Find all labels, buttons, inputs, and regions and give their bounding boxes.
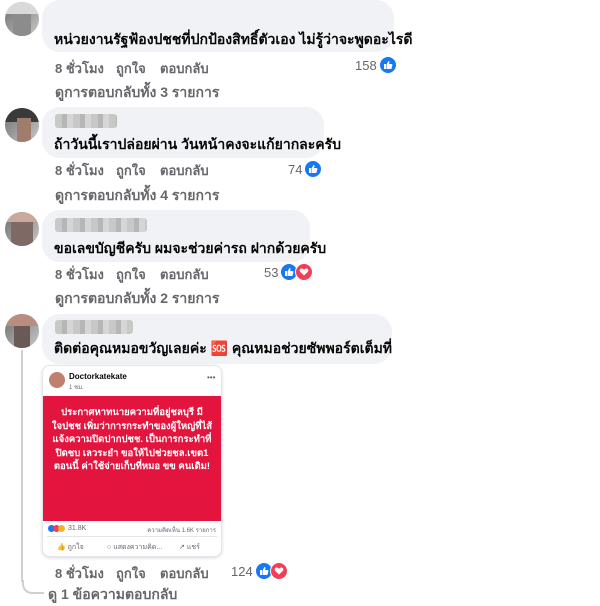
post-author-avatar	[49, 372, 65, 388]
like-button[interactable]: ถูกใจ	[116, 264, 146, 285]
reply-button[interactable]: ตอบกลับ	[160, 58, 209, 79]
reaction-summary[interactable]: 158	[355, 56, 397, 74]
reaction-count: 53	[264, 264, 279, 280]
love-icon	[269, 562, 288, 580]
post-red-banner: ประกาศหาทนายความที่อยู่ชลบุรี มีใจปชช เพ…	[43, 396, 221, 521]
wow-icon	[58, 525, 65, 532]
thumb-icon: 👍	[57, 544, 66, 551]
avatar[interactable]	[5, 314, 39, 348]
post-share-button: ↗ แชร์	[179, 544, 200, 551]
post-body-text: ประกาศหาทนายความที่อยู่ชลบุรี มีใจปชช เพ…	[51, 407, 213, 472]
reply-button[interactable]: ตอบกลับ	[160, 264, 209, 285]
post-reactions: 31.8K	[48, 525, 86, 532]
share-icon: ↗	[179, 544, 185, 551]
avatar[interactable]	[5, 108, 39, 142]
view-replies-link[interactable]: ดูการตอบกลับทั้ง 4 รายการ	[55, 185, 219, 207]
reaction-summary[interactable]: 74	[288, 160, 323, 178]
author-name[interactable]	[55, 114, 117, 128]
post-like-button: 👍 ถูกใจ	[57, 544, 84, 551]
author-name[interactable]	[55, 320, 133, 334]
reaction-summary[interactable]: 124	[231, 562, 288, 580]
reaction-count: 124	[231, 563, 253, 579]
more-icon: •••	[207, 373, 216, 382]
like-button[interactable]: ถูกใจ	[116, 160, 146, 181]
reply-connector	[22, 580, 44, 594]
view-replies-link[interactable]: ดูการตอบกลับทั้ง 3 รายการ	[55, 82, 219, 104]
avatar[interactable]	[5, 2, 39, 36]
like-icon	[378, 56, 397, 74]
reply-button[interactable]: ตอบกลับ	[160, 160, 209, 181]
reply-button[interactable]: ตอบกลับ	[160, 563, 209, 584]
comment-time[interactable]: 8 ชั่วโมง	[55, 160, 104, 181]
author-name[interactable]	[55, 218, 147, 232]
comment-time[interactable]: 8 ชั่วโมง	[55, 563, 104, 584]
like-icon	[304, 160, 323, 178]
reaction-count: 74	[288, 161, 303, 177]
love-icon	[295, 263, 314, 281]
post-author-name: Doctorkatekate	[69, 372, 127, 381]
view-replies-link[interactable]: ดูการตอบกลับทั้ง 2 รายการ	[55, 288, 219, 310]
comment-icon: ○	[107, 544, 112, 551]
attached-image[interactable]: Doctorkatekate 1 ชม. ••• ประกาศหาทนายควา…	[42, 365, 222, 557]
like-button[interactable]: ถูกใจ	[116, 58, 146, 79]
divider	[47, 536, 217, 537]
reply-thread-line	[21, 350, 23, 582]
comment-time[interactable]: 8 ชั่วโมง	[55, 58, 104, 79]
comment-text: ขอเลขบัญชีครับ ผมจะช่วยค่ารถ ฝากด้วยครับ	[54, 240, 327, 256]
reaction-summary[interactable]: 53	[264, 263, 314, 281]
comment-text: ถ้าวันนี้เราปล่อยผ่าน วันหน้าคงจะแก้ยากล…	[54, 136, 342, 152]
comment-text: หน่วยงานรัฐฟ้องปชชที่ปกป้องสิทธิ์ตัวเอง …	[54, 31, 413, 47]
post-comments-count: ความคิดเห็น 1.6K รายการ	[147, 528, 216, 534]
comment-text: ติดต่อคุณหมอขวัญเลยค่ะ 🆘 คุณหมอช่วยซัพพอ…	[54, 340, 393, 356]
avatar[interactable]	[5, 212, 39, 246]
like-button[interactable]: ถูกใจ	[116, 563, 146, 584]
view-replies-link[interactable]: ดู 1 ข้อความตอบกลับ	[48, 584, 177, 606]
post-reaction-count: 31.8K	[68, 525, 87, 532]
post-time: 1 ชม.	[69, 385, 84, 391]
reaction-count: 158	[355, 57, 377, 73]
post-comment-button: ○ แสดงความคิด...	[107, 544, 163, 551]
comment-time[interactable]: 8 ชั่วโมง	[55, 264, 104, 285]
